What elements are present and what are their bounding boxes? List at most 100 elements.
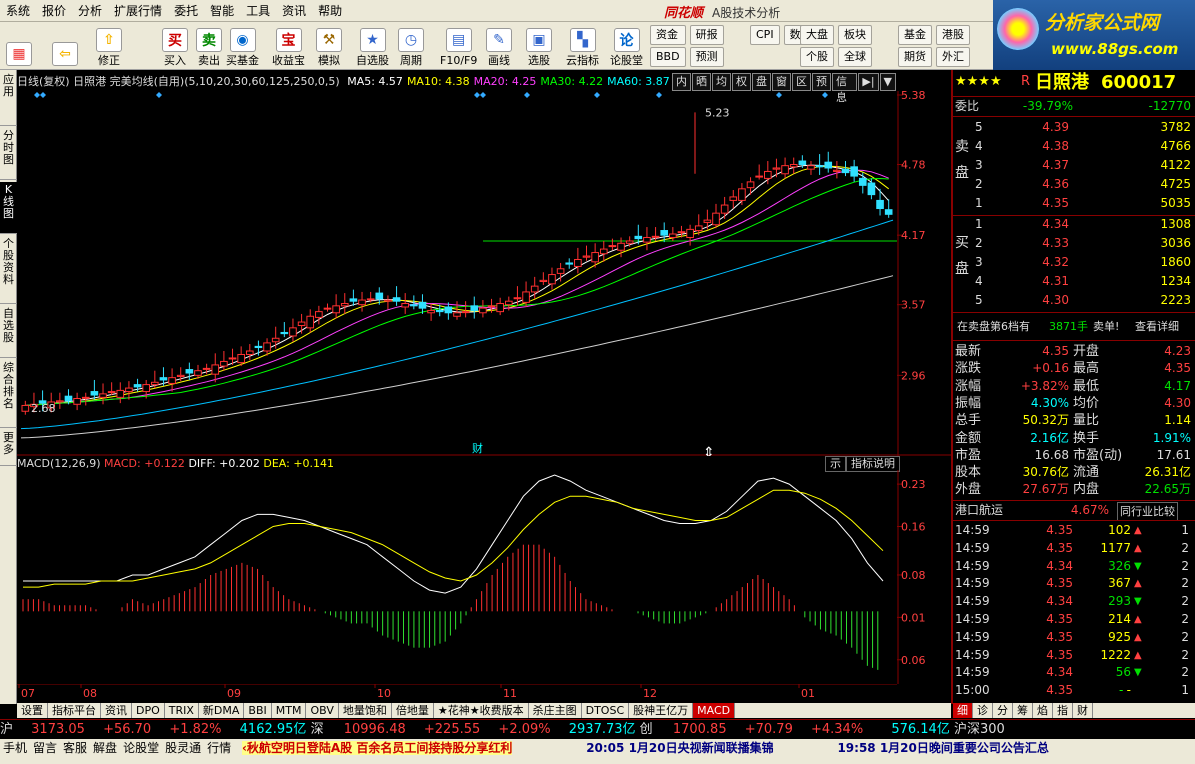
indicator-tab[interactable]: DPO [132,703,165,718]
chart-tab[interactable]: 预 [812,73,831,91]
chart-tab[interactable]: ▼ [879,73,896,91]
panel-tab[interactable]: 细 [953,703,973,718]
toolbar-button[interactable]: ▣ 选股 [526,24,552,68]
indicator-tab[interactable]: MACD [693,703,736,718]
indicator-tab[interactable]: 设置 [17,703,48,718]
toolbar-button[interactable]: ★ 自选股 [356,24,389,68]
chart-tab[interactable]: 均 [712,73,731,91]
news-ticker-3[interactable]: 19:58 1月20日晚间重要公司公告汇总 [837,741,1048,755]
event-diamond-icon[interactable] [594,92,600,98]
event-diamond-icon[interactable] [474,92,480,98]
event-diamond-icon[interactable] [156,92,162,98]
menu-item[interactable]: 系统 [0,0,36,22]
indicator-tab[interactable]: 杀庄主图 [529,703,582,718]
toolbar-link[interactable]: 个股 [800,47,834,67]
indicator-tab[interactable]: 股神王亿万 [629,703,694,718]
shortcut-link[interactable]: 客服 [63,741,87,755]
event-diamond-icon[interactable] [40,92,46,98]
menu-item[interactable]: 帮助 [312,0,348,22]
left-tab[interactable]: K线图 [0,182,17,234]
toolbar-button[interactable]: 宝收益宝 [272,24,305,68]
toolbar-link[interactable]: 预测 [689,47,724,67]
event-diamond-icon[interactable] [656,92,662,98]
sector-compare-link[interactable]: 同行业比较 [1117,502,1178,521]
panel-tab[interactable]: 分 [993,703,1013,718]
left-tab[interactable]: 分时图 [0,128,17,180]
menu-item[interactable]: 委托 [168,0,204,22]
chart-tab[interactable]: 权 [732,73,751,91]
shortcut-link[interactable]: 论股堂 [123,741,159,755]
left-tab[interactable]: 应用 [0,72,17,126]
indicator-tab[interactable]: DTOSC [582,703,630,718]
left-tab[interactable]: 综合排名 [0,360,17,428]
chart-tab[interactable]: 信息 [832,73,858,104]
shortcut-link[interactable]: 解盘 [93,741,117,755]
shortcut-link[interactable]: 留言 [33,741,57,755]
toolbar-link[interactable]: 全球 [838,47,872,67]
toolbar-link[interactable]: 期货 [898,47,932,67]
shortcut-link[interactable]: 股灵通 [165,741,201,755]
indicator-tab[interactable]: 倍地量 [392,703,434,718]
chart-period[interactable]: 日线(复权) [17,75,70,88]
toolbar-link[interactable]: BBD [650,47,686,67]
menu-item[interactable]: 报价 [36,0,72,22]
menu-item[interactable]: 扩展行情 [108,0,168,22]
left-tab[interactable]: 更多 [0,430,17,466]
event-marker[interactable]: 财 [472,441,483,455]
macd-chart[interactable]: 0.23 0.16 0.08 0.01 0.06 [17,470,951,688]
notice-detail-link[interactable]: 查看详细 [1135,318,1179,335]
chart-tab[interactable]: 内 [672,73,691,91]
toolbar-link[interactable]: 基金 [898,25,932,45]
menu-item[interactable]: 资讯 [276,0,312,22]
indicator-tab[interactable]: 资讯 [101,703,132,718]
panel-tab[interactable]: 焰 [1033,703,1053,718]
chart-tab[interactable]: 晒 [692,73,711,91]
toolbar-button[interactable]: ▤ F10/F9 [440,24,477,68]
chart-tab[interactable]: ▶| [858,73,879,91]
menu-item[interactable]: 智能 [204,0,240,22]
toolbar-link[interactable]: CPI [750,25,780,45]
chart-tab[interactable]: 窗 [772,73,791,91]
panel-tab[interactable]: 指 [1053,703,1073,718]
toolbar-button[interactable]: ⚒ 模拟 [316,24,342,68]
shortcut-link[interactable]: 手机 [3,741,27,755]
event-diamond-icon[interactable] [822,92,828,98]
panel-tab[interactable]: 筹 [1013,703,1033,718]
left-tab[interactable]: 自选股 [0,306,17,358]
toolbar-button[interactable]: 卖卖出 [196,24,222,68]
indicator-tab[interactable]: TRIX [165,703,199,718]
toolbar-link[interactable]: 资金 [650,25,686,45]
toolbar-button[interactable]: ▚ 云指标 [566,24,599,68]
toolbar-link[interactable]: 大盘 [800,25,834,45]
news-ticker-2[interactable]: 20:05 1月20日央视新闻联播集锦 [586,741,773,755]
toolbar-link[interactable]: 外汇 [936,47,970,67]
left-tab[interactable]: 个股资料 [0,236,17,304]
event-diamond-icon[interactable] [34,92,40,98]
toolbar-button[interactable]: ⇧ 修正 [96,24,122,68]
news-ticker-1[interactable]: ‹秋航空明日登陆A股 百余名员工间接持股分享红利 [241,741,513,755]
toolbar-button[interactable]: ▦ [6,24,32,68]
menu-item[interactable]: 分析 [72,0,108,22]
indicator-tab[interactable]: 新DMA [199,703,245,718]
chart-tab[interactable]: 区 [792,73,811,91]
panel-tab[interactable]: 诊 [973,703,993,718]
toolbar-button[interactable]: ⇦ [52,24,78,68]
indicator-tab[interactable]: 地量饱和 [339,703,392,718]
toolbar-button[interactable]: ◷ 周期 [398,24,424,68]
indicator-tab[interactable]: OBV [306,703,339,718]
toolbar-link[interactable]: 板块 [838,25,872,45]
toolbar-link[interactable]: 港股 [936,25,970,45]
indicator-tab[interactable]: ★花神★收费版本 [434,703,529,718]
indicator-tab[interactable]: BBI [244,703,272,718]
index-hs300-label[interactable]: 沪深300 [954,722,1005,737]
toolbar-link[interactable]: 研报 [689,25,724,45]
chart-tab[interactable]: 盘 [752,73,771,91]
ad-logo[interactable]: 分析家公式网 www.88gs.com [993,0,1195,70]
menu-item[interactable]: 工具 [240,0,276,22]
panel-tab[interactable]: 财 [1073,703,1093,718]
toolbar-button[interactable]: 买买入 [162,24,188,68]
indicator-tab[interactable]: MTM [272,703,307,718]
toolbar-button[interactable]: 论论股堂 [610,24,643,68]
event-diamond-icon[interactable] [480,92,486,98]
shortcut-link[interactable]: 行情 [207,741,231,755]
